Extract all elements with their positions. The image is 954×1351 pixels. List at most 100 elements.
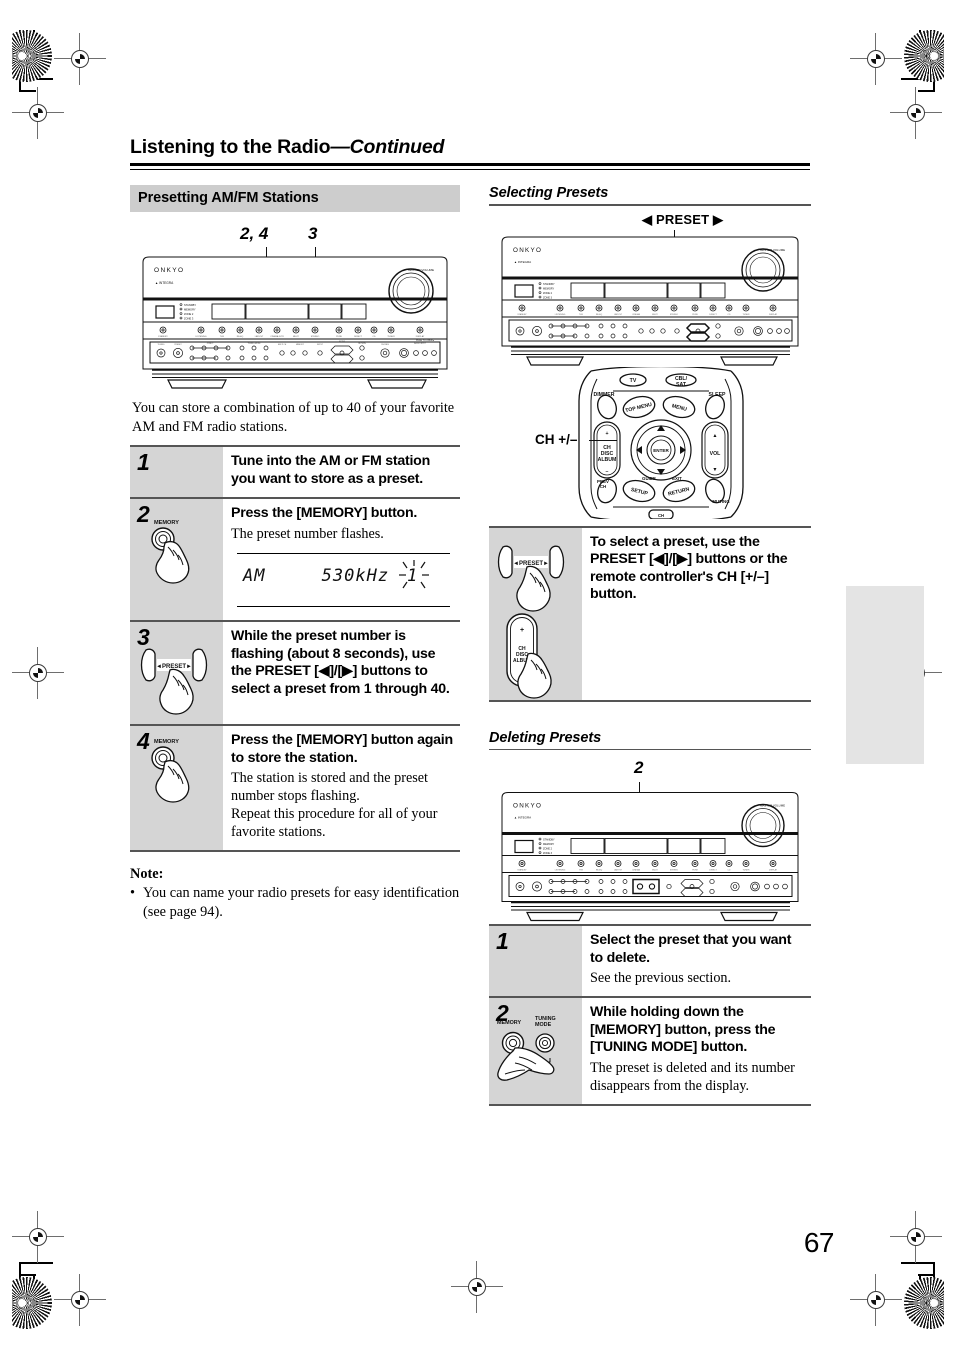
remote-controller-svg: TV CBL/ SAT DIMMER SLEEP TOP MENU MENU +…: [578, 366, 744, 519]
svg-text:DIRECT: DIRECT: [709, 314, 717, 316]
title-rule-bottom: [130, 168, 810, 170]
svg-text:LATE NT: LATE NT: [614, 313, 623, 316]
svg-text:ZONE 3: ZONE 3: [543, 852, 553, 855]
selecting-callout-body: To select a preset, use the PRESET [◀]/[…: [582, 528, 811, 700]
svg-text:SETUP: SETUP: [630, 487, 649, 497]
svg-text:SETUP: SETUP: [317, 344, 324, 346]
step-body-4: Press the [MEMORY] button again to store…: [223, 726, 460, 850]
svg-text:ONKYO: ONKYO: [154, 267, 184, 274]
page-title-main: Listening to the Radio: [130, 136, 331, 158]
presetting-steps-table: 1 Tune into the AM or FM station you wan…: [130, 445, 460, 853]
registration-mark-top-right-b: [890, 87, 942, 139]
manual-page: Listening to the Radio—Continued Presett…: [0, 0, 954, 1351]
right-column: Selecting Presets ◀ PRESET ▶ ONKYO ▲ INT…: [489, 185, 811, 1107]
svg-text:DIRECT: DIRECT: [709, 870, 717, 872]
page-title: Listening to the Radio—Continued: [130, 136, 444, 159]
svg-text:ONKYO: ONKYO: [513, 803, 542, 810]
svg-text:PURE: PURE: [692, 314, 698, 316]
svg-text:DIMMER: DIMMER: [593, 392, 614, 398]
svg-text:STANDBY: STANDBY: [543, 283, 555, 286]
svg-text:THX: THX: [579, 314, 584, 316]
step-number-cell-4: 4 MEMORY: [130, 726, 223, 851]
delete-step-row-1: 1 Select the preset that you want to del…: [489, 926, 811, 999]
callout-2-4: 2, 4: [240, 224, 269, 243]
svg-text:RETURN: RETURN: [668, 486, 691, 497]
receiver-front-panel-svg: ONKYO ▲ INTEGRA MASTER VOLUME STANDBYMEM…: [142, 256, 448, 389]
svg-text:MEMORY: MEMORY: [154, 739, 179, 745]
registration-mark-mid-left: [12, 647, 64, 699]
svg-text:TOP MENU: TOP MENU: [625, 401, 653, 413]
intro-paragraph: You can store a combination of up to 40 …: [132, 400, 455, 435]
star-target-bottom-left: [12, 1277, 52, 1329]
preset-rocker-press-icon: ◄PRESET►: [140, 648, 208, 715]
page-title-continued: —Continued: [330, 136, 445, 158]
svg-text:GUIDE: GUIDE: [642, 476, 656, 481]
registration-mark-top-left-b: [12, 87, 64, 139]
delete-step-instruction-1: Select the preset that you want to delet…: [590, 932, 792, 966]
svg-text:PUSH TO OPEN ▾: PUSH TO OPEN ▾: [416, 339, 434, 342]
step-detail-2: The preset number flashes.: [231, 525, 384, 542]
svg-text:RE-EQ: RE-EQ: [237, 336, 244, 338]
svg-text:MENU: MENU: [671, 403, 688, 413]
svg-text:STANDBY: STANDBY: [517, 869, 527, 872]
delete-step-detail-2: The preset is deleted and its number dis…: [590, 1060, 795, 1095]
svg-text:THX: THX: [579, 870, 584, 872]
callout-delete-2: 2: [634, 758, 644, 777]
svg-text:MULTI: MULTI: [652, 870, 658, 872]
selecting-callout-text: To select a preset, use the PRESET [◀]/[…: [590, 533, 788, 603]
delete-step-body-2: While holding down the [MEMORY] button, …: [582, 998, 811, 1104]
step-row-1: 1 Tune into the AM or FM station you wan…: [130, 447, 460, 500]
svg-text:AUDIO INPUT: AUDIO INPUT: [414, 342, 426, 345]
registration-mark-top-right-a: [850, 33, 902, 85]
svg-text:CH: CH: [600, 484, 606, 489]
section-heading-deleting: Deleting Presets: [489, 729, 602, 746]
svg-text:STEREO: STEREO: [311, 336, 320, 338]
svg-text:STEREO: STEREO: [670, 870, 679, 872]
step-number-cell-3: 3 ◄PRESET►: [130, 622, 223, 725]
step-body-1: Tune into the AM or FM station you want …: [223, 447, 460, 497]
memory-tuning-mode-press-icon: MEMORY TUNING MODE CLEAR: [497, 1016, 556, 1082]
note-item: • You can name your radio presets for ea…: [130, 884, 460, 921]
svg-text:ZONE 3: ZONE 3: [543, 296, 553, 299]
star-target-top-left: [12, 30, 52, 82]
step-row-2: 2 MEMORY Press the [MEMORY] button. The …: [130, 499, 460, 623]
title-rule-top: [130, 163, 810, 166]
svg-text:LISTENING: LISTENING: [555, 870, 566, 872]
delete-step-instruction-2: While holding down the [MEMORY] button, …: [590, 1004, 776, 1056]
step-detail-4: The station is stored and the preset num…: [231, 770, 438, 841]
delete-step-row-2: 2 MEMORY TUNING MODE While holding down …: [489, 998, 811, 1107]
receiver-figure-deleting: 2 ONKYO ▲ INTEGRA MASTER VOLUME STANDBY …: [489, 756, 811, 924]
svg-text:MEMORY: MEMORY: [184, 308, 196, 312]
lcd-display-readout: AM 530kHz 1: [237, 553, 450, 608]
svg-text:▼: ▼: [712, 467, 717, 473]
lcd-band: AM: [243, 566, 266, 587]
step-instruction-4: Press the [MEMORY] button again to store…: [231, 732, 453, 766]
step-body-3: While the preset number is flashing (abo…: [223, 622, 460, 724]
thumb-tab: [846, 586, 924, 764]
svg-text:STANDBY: STANDBY: [184, 303, 196, 307]
step-number-cell-1: 1: [130, 447, 223, 498]
svg-text:PURE: PURE: [336, 336, 342, 338]
svg-text:CH: CH: [658, 513, 664, 518]
svg-text:SAT: SAT: [676, 382, 687, 388]
svg-text:LATE NT: LATE NT: [255, 335, 264, 338]
delete-step-number-1: 1: [496, 928, 509, 954]
flashing-indicator-icon: [399, 560, 429, 589]
svg-text:STEREO: STEREO: [670, 314, 679, 316]
svg-text:RETURN: RETURN: [358, 343, 366, 345]
svg-text:ZONE 2: ZONE 2: [543, 292, 553, 295]
memory-button-press-icon-2: MEMORY: [151, 739, 190, 803]
svg-text:TUNER: TUNER: [743, 870, 750, 872]
svg-text:MEMORY: MEMORY: [497, 1020, 521, 1026]
svg-text:VOL: VOL: [710, 451, 721, 457]
memory-button-press-icon: MEMORY: [151, 520, 190, 585]
step-number-cell-2: 2 MEMORY: [130, 499, 223, 621]
svg-text:SLEEP: SLEEP: [708, 392, 726, 398]
deleting-steps-table: 1 Select the preset that you want to del…: [489, 924, 811, 1107]
registration-mark-bottom-left-b: [54, 1274, 106, 1326]
step-instruction-3: While the preset number is flashing (abo…: [231, 628, 450, 697]
svg-text:DISPLAY: DISPLAY: [416, 335, 425, 338]
left-column: Presetting AM/FM Stations 2, 4 3 ONKYO ▲…: [130, 185, 460, 922]
registration-mark-bottom-right-a: [890, 1211, 942, 1263]
receiver-front-panel-svg-2: ONKYO ▲ INTEGRA MASTER VOLUME STANDBYMEM…: [501, 236, 799, 366]
